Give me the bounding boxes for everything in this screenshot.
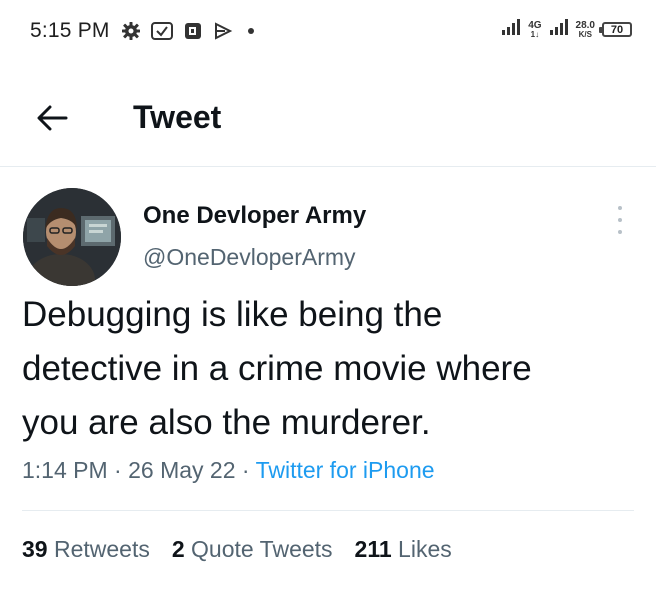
author-name[interactable]: One Devloper Army xyxy=(143,202,366,230)
meta-separator: · xyxy=(114,457,122,483)
gear-icon xyxy=(121,21,141,41)
play-icon xyxy=(213,22,233,40)
status-icons-right: 4G 1↓ 28.0 K/S 70 xyxy=(501,18,632,41)
network-type: 4G 1↓ xyxy=(528,19,542,39)
network-speed: 28.0 K/S xyxy=(575,19,595,39)
battery-level: 70 xyxy=(610,23,624,36)
office-icon xyxy=(183,21,203,41)
tweet-meta: 1:14 PM · 26 May 22 · Twitter for iPhone xyxy=(22,457,435,484)
tweet-source-link[interactable]: Twitter for iPhone xyxy=(256,457,435,483)
retweets-count: 39 xyxy=(22,536,48,562)
likes-stat[interactable]: 211 Likes xyxy=(355,536,452,563)
quote-tweets-count: 2 xyxy=(171,536,185,562)
more-vertical-icon xyxy=(618,206,622,210)
retweets-label: Retweets xyxy=(53,536,150,562)
dot-icon xyxy=(247,27,255,35)
status-bar: 5:15 PM 4G 1↓ 28.0 K/S 70 xyxy=(0,0,656,66)
likes-label: Likes xyxy=(398,536,452,562)
battery-icon: 70 xyxy=(599,22,632,37)
avatar[interactable] xyxy=(23,188,121,286)
author-handle[interactable]: @OneDevloperArmy xyxy=(143,244,356,271)
status-time: 5:15 PM xyxy=(30,19,110,42)
signal-icon xyxy=(501,18,521,41)
arrow-left-icon xyxy=(36,104,68,137)
signal-icon xyxy=(549,18,569,41)
status-icons-left xyxy=(121,21,255,41)
tweet-time[interactable]: 1:14 PM xyxy=(22,457,108,483)
retweets-stat[interactable]: 39 Retweets xyxy=(22,536,150,563)
quote-tweets-label: Quote Tweets xyxy=(191,536,333,562)
page-title: Tweet xyxy=(133,99,222,135)
quote-tweets-stat[interactable]: 2 Quote Tweets xyxy=(172,536,333,563)
back-button[interactable] xyxy=(34,102,70,138)
likes-count: 211 xyxy=(354,536,392,562)
top-app-bar: Tweet xyxy=(0,80,656,167)
tweet-date[interactable]: 26 May 22 xyxy=(128,457,235,483)
more-options-button[interactable] xyxy=(610,204,630,236)
checkbox-icon xyxy=(151,22,173,40)
meta-separator: · xyxy=(241,457,250,483)
tweet-stats: 39 Retweets 2 Quote Tweets 211 Likes xyxy=(22,536,452,563)
divider xyxy=(22,510,634,511)
tweet-text: Debugging is like being the detective in… xyxy=(22,295,532,442)
